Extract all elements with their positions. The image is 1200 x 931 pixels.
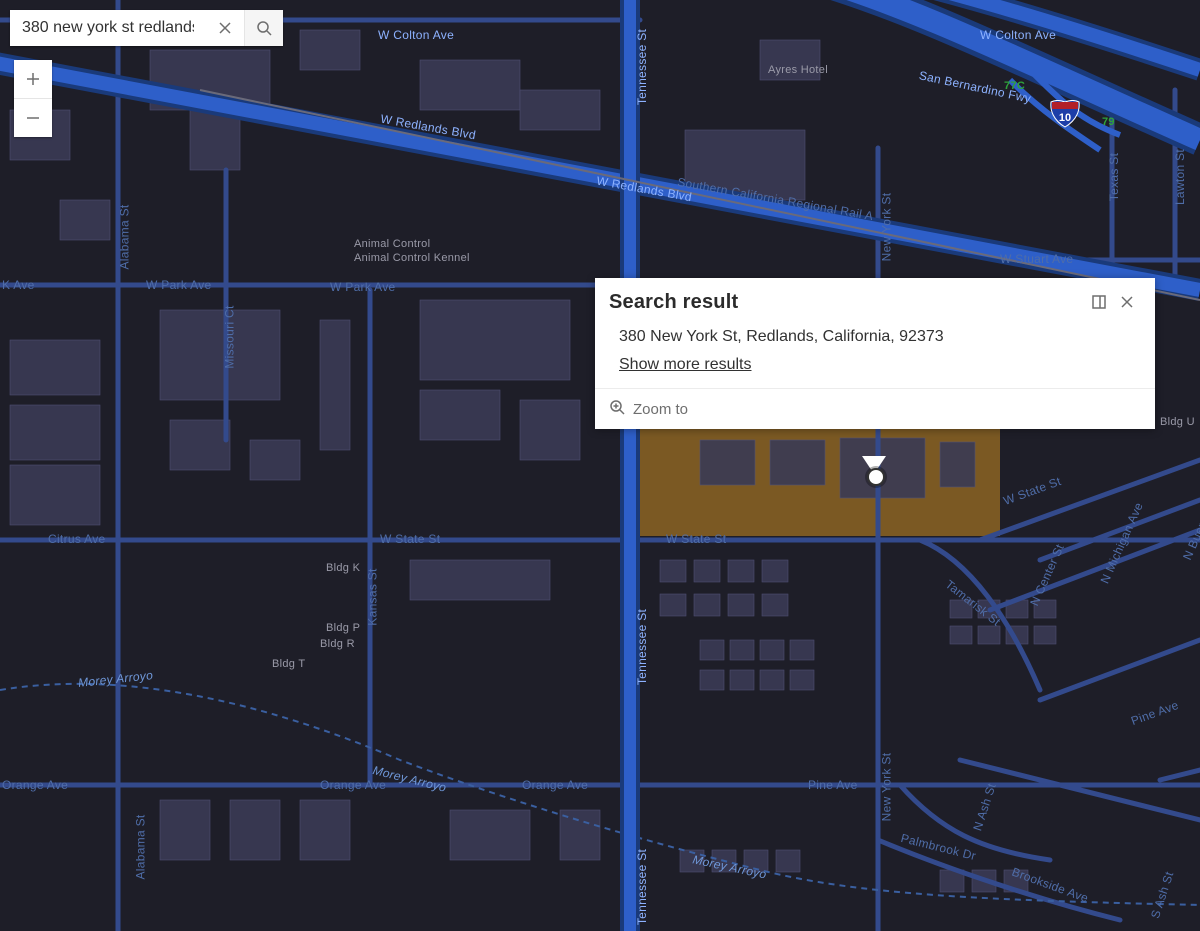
popup-address: 380 New York St, Redlands, California, 9… <box>619 322 1131 356</box>
svg-text:10: 10 <box>1059 112 1071 124</box>
search-icon <box>256 20 272 36</box>
popup-dock-button[interactable] <box>1085 288 1113 316</box>
zoom-in-button[interactable] <box>14 60 52 98</box>
minus-icon <box>25 110 41 126</box>
search-widget <box>10 10 283 46</box>
zoom-out-button[interactable] <box>14 98 52 137</box>
close-icon <box>217 20 233 36</box>
plus-icon <box>25 71 41 87</box>
basemap <box>0 0 1200 931</box>
search-submit-button[interactable] <box>244 10 283 46</box>
zoom-widget <box>14 60 52 137</box>
popup-title: Search result <box>609 291 1085 314</box>
search-result-popup: Search result 380 New York St, Redlands,… <box>595 278 1155 429</box>
popup-zoom-label: Zoom to <box>633 401 688 418</box>
search-clear-button[interactable] <box>206 10 244 46</box>
interstate-shield-10: 10 <box>1050 100 1080 128</box>
popup-zoom-to[interactable]: Zoom to <box>595 388 1155 429</box>
zoom-to-icon <box>609 399 625 419</box>
search-input[interactable] <box>10 10 206 46</box>
search-result-marker[interactable] <box>867 468 885 486</box>
popup-close-button[interactable] <box>1113 288 1141 316</box>
map-canvas[interactable]: W Colton Ave W Colton Ave San Bernardino… <box>0 0 1200 931</box>
show-more-results-link[interactable]: Show more results <box>619 356 752 373</box>
